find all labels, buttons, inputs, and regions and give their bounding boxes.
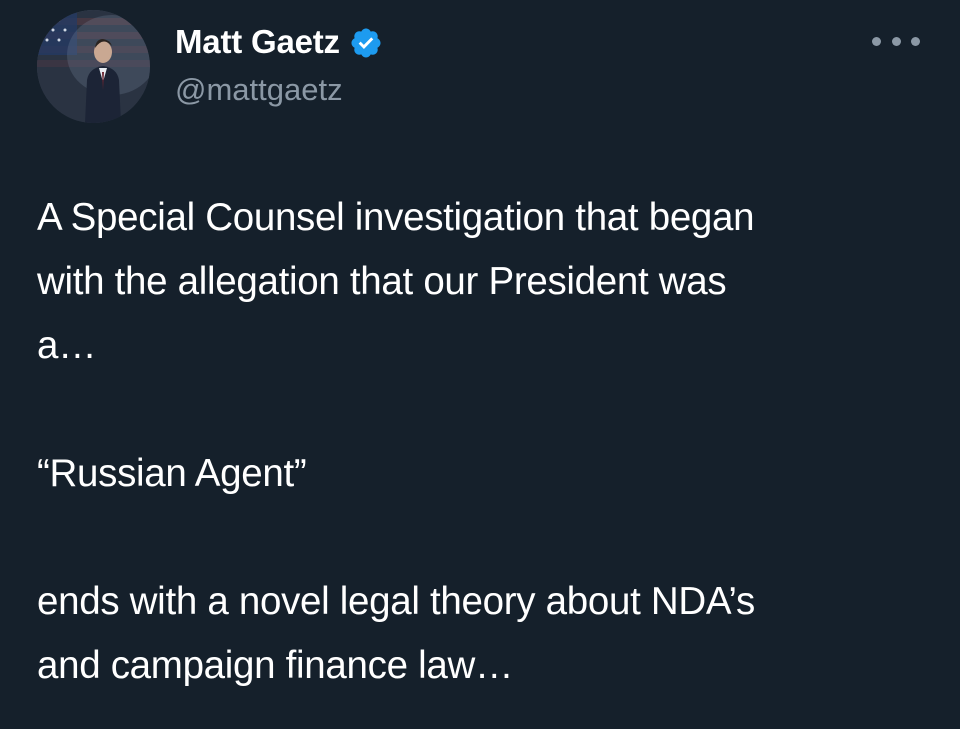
paragraph-break xyxy=(37,378,937,442)
paragraph-break xyxy=(37,506,937,570)
tweet-text: A Special Counsel investigation that beg… xyxy=(37,186,937,698)
verified-badge-icon xyxy=(349,26,383,60)
author-name[interactable]: Matt Gaetz xyxy=(175,23,340,61)
author-name-row: Matt Gaetz xyxy=(175,20,383,64)
author-handle[interactable]: @mattgaetz xyxy=(175,72,343,108)
tweet-text-line: a… xyxy=(37,324,97,367)
tweet-text-line: and campaign finance law… xyxy=(37,644,514,687)
tweet-text-line: “Russian Agent” xyxy=(37,452,307,495)
more-dots-icon xyxy=(891,36,901,46)
avatar-photo xyxy=(37,10,150,123)
more-options-button[interactable] xyxy=(872,26,920,56)
more-dots-icon xyxy=(872,36,881,46)
tweet-text-line: A Special Counsel investigation that beg… xyxy=(37,196,755,239)
more-dots-icon xyxy=(911,36,920,46)
tweet-text-line: ends with a novel legal theory about NDA… xyxy=(37,580,755,623)
tweet-text-line: with the allegation that our President w… xyxy=(37,260,727,303)
avatar[interactable] xyxy=(37,10,150,123)
tweet-card: Matt Gaetz @mattgaetz A Special Counsel … xyxy=(0,0,960,729)
